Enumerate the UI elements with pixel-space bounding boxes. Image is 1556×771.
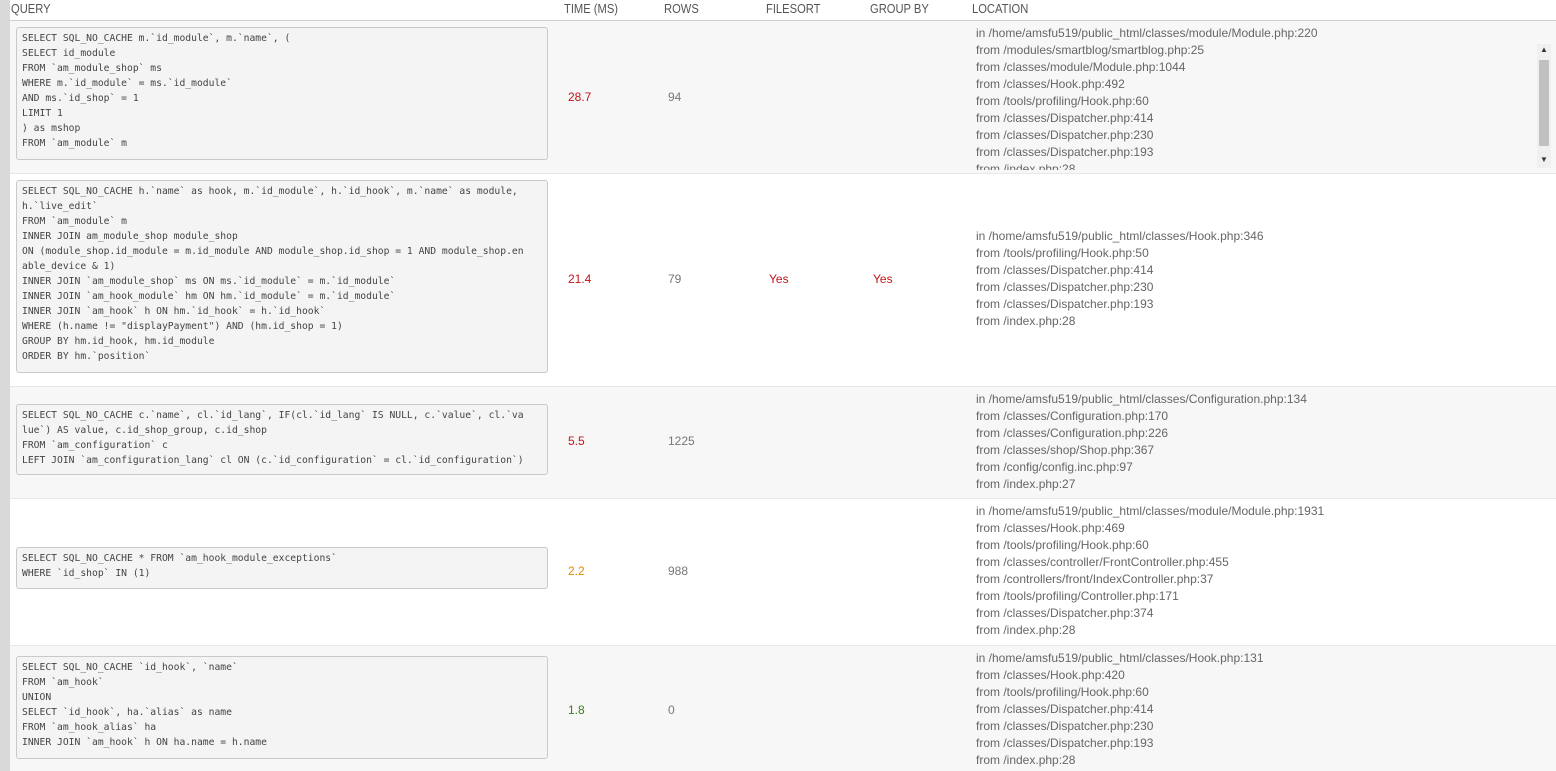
time-value: 1.8: [568, 703, 585, 717]
location-line: from /classes/Configuration.php:226: [976, 426, 1169, 440]
query-sql-box[interactable]: SELECT SQL_NO_CACHE m.`id_module`, m.`na…: [16, 27, 548, 160]
location-line: from /classes/Dispatcher.php:193: [976, 145, 1154, 159]
location-line: from /classes/shop/Shop.php:367: [976, 443, 1155, 457]
location-line: from /classes/Dispatcher.php:414: [976, 263, 1154, 277]
location-line: from /tools/profiling/Hook.php:60: [976, 685, 1149, 699]
location-line: from /classes/Dispatcher.php:193: [976, 297, 1154, 311]
location-line: from /tools/profiling/Controller.php:171: [976, 589, 1179, 603]
table-row: SELECT SQL_NO_CACHE * FROM `am_hook_modu…: [10, 499, 1556, 646]
location-line: from /classes/Dispatcher.php:414: [976, 702, 1154, 716]
table-row: SELECT SQL_NO_CACHE m.`id_module`, m.`na…: [10, 21, 1556, 174]
rows-value: 988: [668, 564, 689, 578]
location-trace[interactable]: in /home/amsfu519/public_html/classes/mo…: [976, 25, 1531, 170]
rows-value: 79: [668, 272, 682, 286]
query-sql-box[interactable]: SELECT SQL_NO_CACHE c.`name`, cl.`id_lan…: [16, 404, 548, 475]
location-trace: in /home/amsfu519/public_html/classes/Ho…: [976, 228, 1264, 330]
header-group-by: GROUP BY: [870, 1, 929, 16]
location-line: from /classes/Hook.php:420: [976, 668, 1125, 682]
header-query: QUERY: [11, 1, 51, 16]
location-line: in /home/amsfu519/public_html/classes/Ho…: [976, 651, 1264, 665]
table-row: SELECT SQL_NO_CACHE `id_hook`, `name` FR…: [10, 646, 1556, 771]
location-line: from /classes/Dispatcher.php:230: [976, 280, 1154, 294]
filesort-value: Yes: [769, 272, 789, 286]
location-line: from /classes/Dispatcher.php:193: [976, 736, 1154, 750]
rows-value: 94: [668, 90, 682, 104]
rows-value: 0: [668, 703, 675, 717]
location-line: from /index.php:27: [976, 477, 1076, 491]
location-line: from /classes/Dispatcher.php:414: [976, 111, 1154, 125]
location-line: from /index.php:28: [976, 623, 1076, 637]
location-line: from /index.php:28: [976, 314, 1076, 328]
time-value: 21.4: [568, 272, 592, 286]
location-line: in /home/amsfu519/public_html/classes/Ho…: [976, 229, 1264, 243]
location-line: from /classes/module/Module.php:1044: [976, 60, 1186, 74]
location-line: from /tools/profiling/Hook.php:50: [976, 246, 1149, 260]
scroll-up-arrow-icon[interactable]: ▲: [1537, 44, 1551, 56]
query-sql-box[interactable]: SELECT SQL_NO_CACHE `id_hook`, `name` FR…: [16, 656, 548, 759]
location-line: from /index.php:28: [976, 162, 1076, 170]
location-line: from /modules/smartblog/smartblog.php:25: [976, 43, 1205, 57]
location-line: from /classes/Dispatcher.php:230: [976, 719, 1154, 733]
table-row: SELECT SQL_NO_CACHE h.`name` as hook, m.…: [10, 174, 1556, 387]
location-line: from /classes/controller/FrontController…: [976, 555, 1229, 569]
group-by-value: Yes: [873, 272, 893, 286]
location-trace: in /home/amsfu519/public_html/classes/mo…: [976, 503, 1324, 639]
query-profiler-table: QUERY TIME (MS) ROWS FILESORT GROUP BY L…: [10, 0, 1556, 771]
location-line: in /home/amsfu519/public_html/classes/mo…: [976, 504, 1325, 518]
scrollbar-thumb[interactable]: [1539, 60, 1549, 146]
header-location: LOCATION: [972, 1, 1029, 16]
location-line: from /index.php:28: [976, 753, 1076, 767]
location-trace: in /home/amsfu519/public_html/classes/Co…: [976, 391, 1307, 493]
location-line: in /home/amsfu519/public_html/classes/mo…: [976, 26, 1318, 40]
query-sql-box[interactable]: SELECT SQL_NO_CACHE h.`name` as hook, m.…: [16, 180, 548, 373]
time-value: 5.5: [568, 434, 585, 448]
location-scrollbar[interactable]: ▲ ▼: [1537, 44, 1551, 168]
header-filesort: FILESORT: [766, 1, 821, 16]
location-line: from /controllers/front/IndexController.…: [976, 572, 1214, 586]
table-row: SELECT SQL_NO_CACHE c.`name`, cl.`id_lan…: [10, 387, 1556, 499]
header-time: TIME (MS): [564, 1, 619, 16]
location-line: from /config/config.inc.php:97: [976, 460, 1133, 474]
location-line: from /classes/Hook.php:469: [976, 521, 1125, 535]
rows-value: 1225: [668, 434, 695, 448]
location-line: from /tools/profiling/Hook.php:60: [976, 538, 1149, 552]
table-header: QUERY TIME (MS) ROWS FILESORT GROUP BY L…: [10, 0, 1556, 21]
header-rows: ROWS: [664, 1, 699, 16]
location-line: from /classes/Hook.php:492: [976, 77, 1125, 91]
location-line: from /classes/Dispatcher.php:230: [976, 128, 1154, 142]
location-trace: in /home/amsfu519/public_html/classes/Ho…: [976, 650, 1264, 769]
time-value: 2.2: [568, 564, 585, 578]
scroll-down-arrow-icon[interactable]: ▼: [1537, 154, 1551, 166]
location-line: from /classes/Dispatcher.php:374: [976, 606, 1154, 620]
time-value: 28.7: [568, 90, 592, 104]
location-line: from /tools/profiling/Hook.php:60: [976, 94, 1149, 108]
left-border: [0, 0, 10, 771]
location-line: in /home/amsfu519/public_html/classes/Co…: [976, 392, 1307, 406]
query-sql-box[interactable]: SELECT SQL_NO_CACHE * FROM `am_hook_modu…: [16, 547, 548, 589]
location-line: from /classes/Configuration.php:170: [976, 409, 1169, 423]
